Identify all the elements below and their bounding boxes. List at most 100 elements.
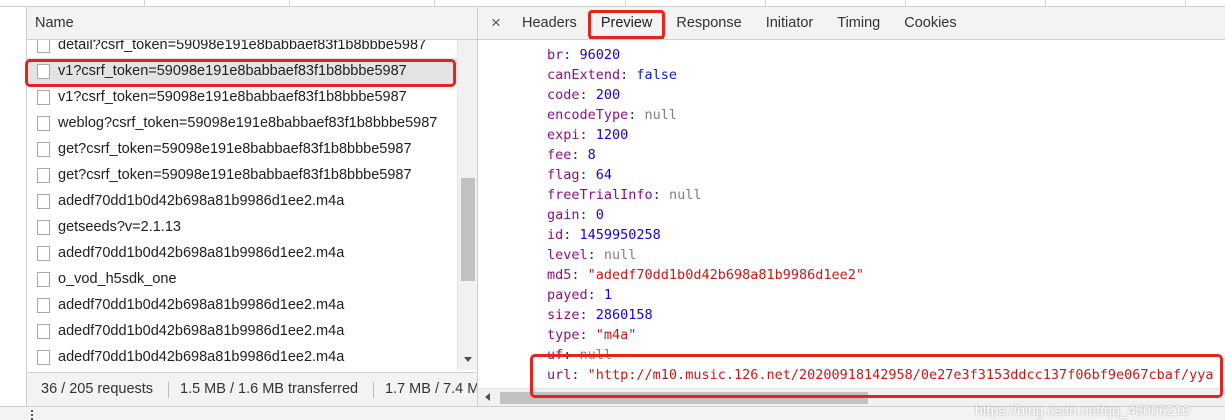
request-name: adedf70dd1b0d42b698a81b9986d1ee2.m4a <box>58 349 345 365</box>
preview-line-expi: expi1200 <box>547 125 1225 145</box>
request-name: getseeds?v=2.1.13 <box>58 219 181 235</box>
request-name: o_vod_h5sdk_one <box>58 271 177 287</box>
tab-preview[interactable]: Preview <box>589 7 665 39</box>
property-key: fee <box>547 147 588 163</box>
request-name: v1?csrf_token=59098e191e8babbaef83f1b8bb… <box>58 63 407 79</box>
request-list-panel: Name detail?csrf_token=59098e191e8babbae… <box>27 7 478 372</box>
request-row[interactable]: get?csrf_token=59098e191e8babbaef83f1b8b… <box>27 136 457 162</box>
request-row[interactable]: adedf70dd1b0d42b698a81b9986d1ee2.m4a <box>27 240 457 266</box>
name-column-header[interactable]: Name <box>27 7 477 40</box>
tab-response[interactable]: Response <box>664 7 753 39</box>
preview-line-canExtend: canExtendfalse <box>547 65 1225 85</box>
property-value: false <box>636 67 678 83</box>
request-row[interactable]: v1?csrf_token=59098e191e8babbaef83f1b8bb… <box>27 84 457 110</box>
preview-line-gain: gain0 <box>547 205 1225 225</box>
preview-line-url: url"http://m10.music.126.net/20200918142… <box>547 365 1225 385</box>
property-key: br <box>547 47 580 63</box>
preview-line-flag: flag64 <box>547 165 1225 185</box>
property-value: null <box>668 187 702 203</box>
status-bar: 36 / 205 requests 1.5 MB / 1.6 MB transf… <box>27 372 478 406</box>
file-icon <box>37 193 50 209</box>
scroll-left-arrow-icon[interactable] <box>485 393 490 401</box>
resources-size: 1.7 MB / 7.4 M <box>373 373 477 406</box>
request-name: detail?csrf_token=59098e191e8babbaef83f1… <box>58 40 427 53</box>
request-name: v1?csrf_token=59098e191e8babbaef83f1b8bb… <box>58 89 407 105</box>
property-value: 200 <box>595 87 621 103</box>
request-row[interactable]: adedf70dd1b0d42b698a81b9986d1ee2.m4a <box>27 344 457 370</box>
request-row[interactable]: getseeds?v=2.1.13 <box>27 214 457 240</box>
request-row[interactable]: adedf70dd1b0d42b698a81b9986d1ee2.m4a <box>27 188 457 214</box>
file-icon <box>37 245 50 261</box>
property-key: size <box>547 307 596 323</box>
property-value: null <box>579 347 613 363</box>
scroll-down-arrow-icon[interactable] <box>464 357 472 362</box>
transferred-size: 1.5 MB / 1.6 MB transferred <box>168 373 373 406</box>
request-name: get?csrf_token=59098e191e8babbaef83f1b8b… <box>58 167 412 183</box>
property-value: 64 <box>595 167 613 183</box>
request-list-scrollbar[interactable] <box>457 40 477 370</box>
property-key: code <box>547 87 596 103</box>
preview-line-payed: payed1 <box>547 285 1225 305</box>
file-icon <box>37 323 50 339</box>
property-value: 2860158 <box>595 307 653 323</box>
file-icon <box>37 219 50 235</box>
property-key: uf <box>547 347 580 363</box>
request-row[interactable]: adedf70dd1b0d42b698a81b9986d1ee2.m4a <box>27 318 457 344</box>
property-key: level <box>547 247 604 263</box>
left-gutter <box>0 7 27 406</box>
request-row[interactable]: get?csrf_token=59098e191e8babbaef83f1b8b… <box>27 162 457 188</box>
file-icon <box>37 89 50 105</box>
request-name: adedf70dd1b0d42b698a81b9986d1ee2.m4a <box>58 245 345 261</box>
preview-line-level: levelnull <box>547 245 1225 265</box>
request-row[interactable]: o_vod_h5sdk_one <box>27 266 457 292</box>
preview-line-type: type"m4a" <box>547 325 1225 345</box>
tab-timing[interactable]: Timing <box>825 7 892 39</box>
request-row[interactable]: weblog?csrf_token=59098e191e8babbaef83f1… <box>27 110 457 136</box>
preview-line-encodeType: encodeTypenull <box>547 105 1225 125</box>
detail-tab-bar: × Headers Preview Response Initiator Timing C… <box>478 7 1225 40</box>
request-list-rows: detail?csrf_token=59098e191e8babbaef83f1… <box>27 40 457 370</box>
property-value: 1 <box>603 287 613 303</box>
horizontal-scrollbar-thumb[interactable] <box>500 392 868 404</box>
file-icon <box>37 297 50 313</box>
property-key: id <box>547 227 580 243</box>
request-name: weblog?csrf_token=59098e191e8babbaef83f1… <box>58 115 438 131</box>
request-detail-panel: × Headers Preview Response Initiator Timing C… <box>478 7 1225 406</box>
property-key: payed <box>547 287 604 303</box>
preview-content: br96020canExtendfalsecode200encodeTypenu… <box>478 41 1225 388</box>
request-name: adedf70dd1b0d42b698a81b9986d1ee2.m4a <box>58 323 345 339</box>
request-name: get?csrf_token=59098e191e8babbaef83f1b8b… <box>58 141 412 157</box>
scrollbar-thumb[interactable] <box>461 178 475 281</box>
preview-lines: br96020canExtendfalsecode200encodeTypenu… <box>547 45 1225 385</box>
request-row[interactable]: adedf70dd1b0d42b698a81b9986d1ee2.m4a <box>27 292 457 318</box>
property-value: "adedf70dd1b0d42b698a81b9986d1ee2" <box>587 267 864 283</box>
property-key: canExtend <box>547 67 636 83</box>
property-value: 8 <box>587 147 596 163</box>
property-value: 1459950258 <box>579 227 661 243</box>
property-key: freeTrialInfo <box>547 187 669 203</box>
file-icon <box>37 349 50 365</box>
drawer-menu-icon[interactable] <box>31 410 33 412</box>
close-detail-button[interactable]: × <box>478 7 510 39</box>
property-key: encodeType <box>547 107 645 123</box>
request-row[interactable]: v1?csrf_token=59098e191e8babbaef83f1b8bb… <box>27 58 457 84</box>
tab-headers[interactable]: Headers <box>510 7 589 39</box>
file-icon <box>37 40 50 53</box>
waterfall-header-strip <box>0 0 478 7</box>
property-value: "http://m10.music.126.net/20200918142958… <box>587 367 1214 383</box>
preview-line-freeTrialInfo: freeTrialInfonull <box>547 185 1225 205</box>
tab-initiator[interactable]: Initiator <box>754 7 826 39</box>
request-name: adedf70dd1b0d42b698a81b9986d1ee2.m4a <box>58 297 345 313</box>
request-row[interactable]: detail?csrf_token=59098e191e8babbaef83f1… <box>27 40 457 58</box>
property-value: 0 <box>595 207 604 223</box>
property-key: gain <box>547 207 596 223</box>
request-count: 36 / 205 requests <box>41 381 154 397</box>
request-list-viewport: detail?csrf_token=59098e191e8babbaef83f1… <box>27 40 457 370</box>
preview-line-code: code200 <box>547 85 1225 105</box>
property-value: 1200 <box>595 127 629 143</box>
property-value: 96020 <box>579 47 621 63</box>
tab-cookies[interactable]: Cookies <box>892 7 968 39</box>
property-key: expi <box>547 127 596 143</box>
file-icon <box>37 141 50 157</box>
property-key: md5 <box>547 267 588 283</box>
